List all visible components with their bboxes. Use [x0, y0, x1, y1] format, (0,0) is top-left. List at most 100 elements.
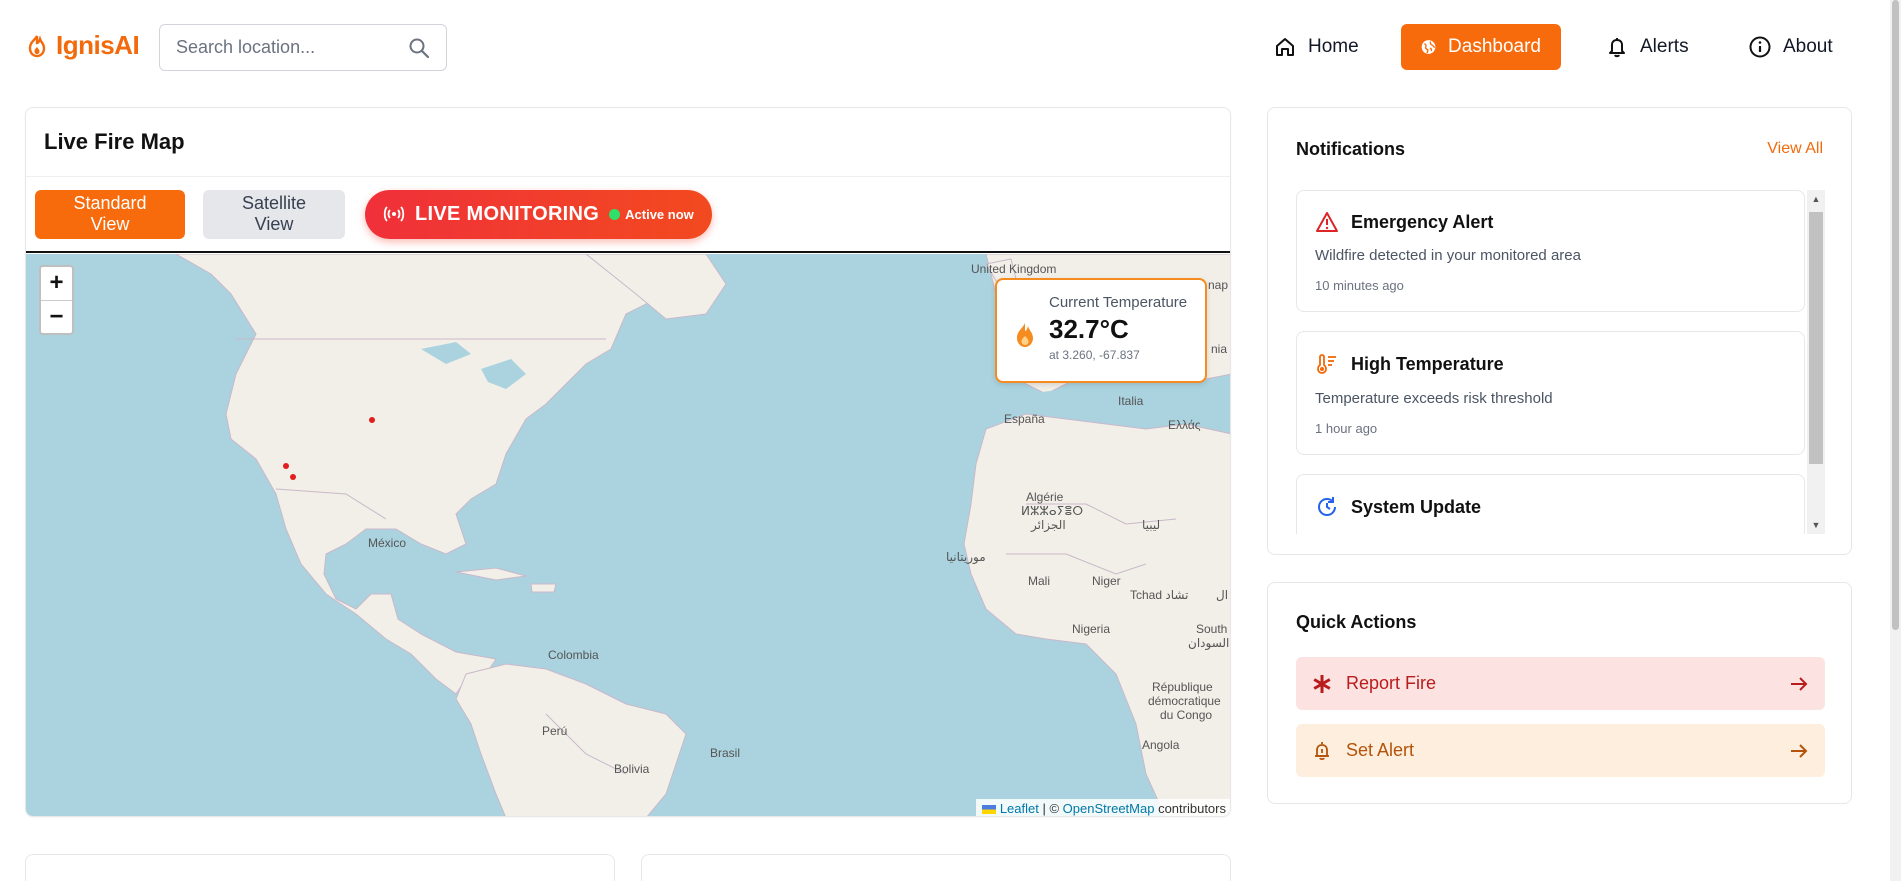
alarm-bell-icon — [1315, 741, 1329, 760]
notification-title: High Temperature — [1351, 353, 1504, 374]
live-status: Active now — [609, 207, 694, 222]
fire-marker[interactable] — [283, 463, 289, 469]
map-label: démocratique — [1148, 694, 1221, 708]
map-label: Italia — [1118, 394, 1144, 408]
map-label: République — [1152, 680, 1213, 694]
arrow-right-icon — [1791, 743, 1808, 758]
map-label: nap — [1208, 278, 1229, 292]
notifications-title: Notifications — [1296, 138, 1406, 159]
temperature-value: 32.7°C — [1049, 314, 1129, 344]
app-logo[interactable]: IgnisAI — [26, 30, 140, 61]
map-toolbar: Standard View Satellite View LIVE MONITO… — [26, 177, 1230, 253]
zoom-control: + − — [39, 265, 74, 335]
home-icon — [1276, 38, 1294, 56]
temperature-coords: at 3.260, -67.837 — [1049, 348, 1140, 362]
zoom-out-button[interactable]: − — [41, 301, 72, 334]
nav-home[interactable]: Home — [1254, 24, 1379, 70]
map-label: Algérie — [1026, 490, 1064, 504]
map-label: السودان — [1188, 636, 1230, 650]
nav-dashboard[interactable]: Dashboard — [1401, 24, 1561, 70]
live-fire-map-card: Live Fire Map Standard View Satellite Vi… — [25, 107, 1231, 817]
live-status-text: Active now — [625, 206, 694, 222]
map-attribution: Leaflet | © OpenStreetMap contributors — [976, 799, 1230, 816]
set-alert-label: Set Alert — [1346, 740, 1415, 760]
ukraine-flag-icon — [982, 805, 997, 815]
nav-alerts-label: Alerts — [1640, 36, 1689, 57]
page-scrollbar[interactable] — [1890, 0, 1901, 881]
map-label: España — [1004, 412, 1045, 426]
nav-about-label: About — [1783, 36, 1833, 57]
quick-actions-title: Quick Actions — [1296, 611, 1417, 632]
map-label: Nigeria — [1072, 622, 1111, 636]
standard-view-button[interactable]: Standard View — [35, 189, 185, 239]
arrow-right-icon — [1791, 676, 1808, 691]
live-monitoring-label: LIVE MONITORING — [415, 202, 600, 225]
map-label: Angola — [1142, 738, 1180, 752]
temperature-popup: Current Temperature 32.7°C at 3.260, -67… — [995, 278, 1207, 383]
map-label: Tchad تشاد — [1130, 588, 1189, 602]
map-label: Niger — [1092, 574, 1121, 588]
map-label: United Kingdom — [971, 262, 1057, 276]
map-label: ال — [1216, 588, 1229, 602]
nav-alerts[interactable]: Alerts — [1586, 24, 1709, 70]
map-label: ليبيا — [1142, 518, 1161, 532]
thermometer-icon — [1317, 354, 1336, 374]
map-canvas[interactable]: United Kingdom España Italia Ελλάς Algér… — [26, 254, 1230, 816]
attribution-suffix: contributors — [1154, 801, 1226, 816]
notification-time: 1 hour ago — [1315, 421, 1378, 436]
map-label: Colombia — [548, 648, 599, 662]
refresh-icon — [1317, 497, 1336, 517]
scroll-down-icon[interactable]: ▼ — [1807, 516, 1825, 534]
fire-marker[interactable] — [369, 417, 375, 423]
app-name: IgnisAI — [56, 30, 140, 60]
map-label: ⵍⵣⵣⴰⵢⴻⵔ — [1021, 504, 1084, 518]
globe-icon — [1421, 40, 1436, 54]
map-label: Perú — [542, 724, 568, 738]
view-all-link[interactable]: View All — [1767, 140, 1823, 158]
attribution-separator: | © — [1038, 801, 1063, 816]
notifications-scrollbar[interactable]: ▲ ▼ — [1807, 190, 1825, 534]
leaflet-link[interactable]: Leaflet — [1000, 801, 1039, 816]
satellite-view-button[interactable]: Satellite View — [203, 189, 345, 239]
map-label: Brasil — [710, 746, 741, 760]
scroll-up-icon[interactable]: ▲ — [1807, 190, 1825, 208]
notification-body: Wildfire detected in your monitored area — [1315, 247, 1581, 264]
notification-title: Emergency Alert — [1351, 211, 1494, 232]
notifications-card: Notifications View All Emergency Alert W… — [1267, 107, 1852, 555]
nav-dashboard-label: Dashboard — [1448, 36, 1541, 57]
map-label: Mali — [1028, 574, 1051, 588]
search-input[interactable] — [176, 37, 408, 58]
live-status-dot — [609, 208, 621, 220]
quick-actions-card: Quick Actions Report Fire Set Alert — [1267, 582, 1852, 804]
bell-icon — [1609, 38, 1625, 58]
temperature-label: Current Temperature — [1049, 294, 1188, 311]
asterisk-icon — [1313, 674, 1331, 693]
nav-about[interactable]: About — [1729, 24, 1853, 70]
zoom-in-button[interactable]: + — [41, 267, 72, 301]
map-label: du Congo — [1160, 708, 1213, 722]
notification-body: Temperature exceeds risk threshold — [1315, 390, 1553, 407]
scrollbar-thumb[interactable] — [1809, 212, 1823, 464]
info-icon — [1749, 36, 1771, 58]
map-title: Live Fire Map — [26, 108, 1230, 177]
flame-icon — [28, 34, 46, 57]
map-label: nia — [1211, 342, 1228, 356]
notification-item[interactable]: System Update — [1296, 474, 1805, 534]
fire-marker[interactable] — [290, 474, 296, 480]
notifications-list[interactable]: Emergency Alert Wildfire detected in you… — [1296, 190, 1825, 534]
report-fire-label: Report Fire — [1346, 673, 1437, 693]
map-label: الجزائر — [1031, 518, 1066, 532]
notification-title: System Update — [1351, 496, 1482, 517]
openstreetmap-link[interactable]: OpenStreetMap — [1063, 801, 1155, 816]
page-scrollbar-thumb[interactable] — [1892, 0, 1899, 630]
report-fire-button[interactable]: Report Fire — [1296, 657, 1825, 710]
live-monitoring-badge: LIVE MONITORING Active now — [365, 189, 712, 239]
map-label: موريتانيا — [946, 550, 986, 564]
notification-time: 10 minutes ago — [1315, 278, 1404, 293]
bottom-card-left — [25, 854, 615, 881]
map-label: South — [1196, 622, 1228, 636]
notification-item[interactable]: High Temperature Temperature exceeds ris… — [1296, 331, 1805, 455]
notification-item[interactable]: Emergency Alert Wildfire detected in you… — [1296, 190, 1805, 312]
set-alert-button[interactable]: Set Alert — [1296, 724, 1825, 777]
search-icon[interactable] — [408, 37, 430, 59]
